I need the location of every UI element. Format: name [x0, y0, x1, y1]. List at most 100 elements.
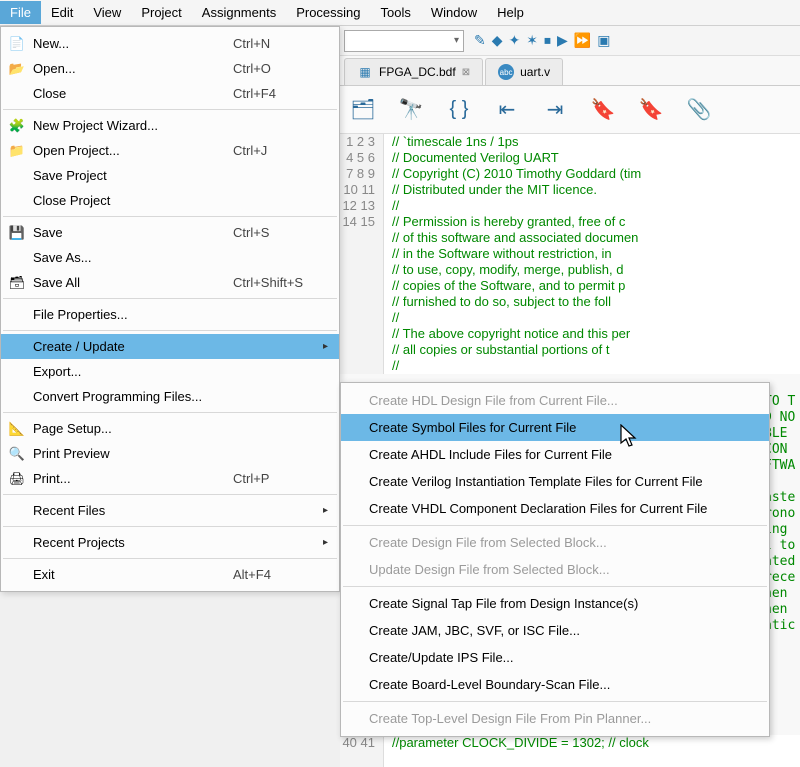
menu-window[interactable]: Window	[421, 1, 487, 24]
menu-item-open[interactable]: 📂Open...Ctrl+O	[1, 56, 339, 81]
menu-item-save-as[interactable]: Save As...	[1, 245, 339, 270]
menu-icon: 🔍	[5, 445, 29, 463]
menu-shortcut: Ctrl+Shift+S	[233, 275, 323, 290]
indent-right-icon[interactable]: ⇥	[540, 95, 570, 125]
bookmark-prev-icon[interactable]: 🔖	[588, 95, 618, 125]
tab-label: uart.v	[520, 65, 550, 79]
chevron-right-icon: ▸	[323, 341, 339, 352]
menu-label: Page Setup...	[29, 421, 233, 436]
menu-processing[interactable]: Processing	[286, 1, 370, 24]
menu-help[interactable]: Help	[487, 1, 534, 24]
menu-label: Close	[29, 86, 233, 101]
menu-icon: 📄	[5, 35, 29, 53]
stop-icon[interactable]: ⏹	[544, 32, 551, 49]
menu-item-close[interactable]: CloseCtrl+F4	[1, 81, 339, 106]
line-gutter-bottom: 40 41	[340, 735, 384, 767]
submenu-item-create-symbol-files-for-current-file[interactable]: Create Symbol Files for Current File	[341, 414, 769, 441]
fast-icon[interactable]: ⏩	[574, 32, 591, 49]
menu-icon	[5, 502, 29, 520]
menu-shortcut: Ctrl+O	[233, 61, 323, 76]
menu-item-new-project-wizard[interactable]: 🧩New Project Wizard...	[1, 113, 339, 138]
submenu-item-create-signal-tap-file-from-design-instance-s[interactable]: Create Signal Tap File from Design Insta…	[341, 590, 769, 617]
menu-label: Export...	[29, 364, 233, 379]
menu-icon	[5, 306, 29, 324]
chip-icon[interactable]: ▣	[597, 32, 610, 49]
bookmark-next-icon[interactable]: 🔖	[636, 95, 666, 125]
menu-item-close-project[interactable]: Close Project	[1, 188, 339, 213]
tab-label: FPGA_DC.bdf	[379, 65, 456, 79]
nav-icon[interactable]: 🗂	[348, 95, 378, 125]
menu-item-recent-projects[interactable]: Recent Projects▸	[1, 530, 339, 555]
wand-icon[interactable]: ✎	[474, 32, 486, 49]
submenu-item-create-board-level-boundary-scan-file[interactable]: Create Board-Level Boundary-Scan File...	[341, 671, 769, 698]
menu-assignments[interactable]: Assignments	[192, 1, 286, 24]
code-editor-bottom: 40 41 //parameter CLOCK_DIVIDE = 1302; /…	[340, 735, 800, 767]
submenu-item-create-top-level-design-file-from-pin-planner: Create Top-Level Design File From Pin Pl…	[341, 705, 769, 732]
menu-item-exit[interactable]: ExitAlt+F4	[1, 562, 339, 587]
menu-label: Open Project...	[29, 143, 233, 158]
menu-item-recent-files[interactable]: Recent Files ▸	[1, 498, 339, 523]
menu-file[interactable]: File	[0, 1, 41, 24]
braces-icon[interactable]: { }	[444, 95, 474, 125]
submenu-item-create-ahdl-include-files-for-current-file[interactable]: Create AHDL Include Files for Current Fi…	[341, 441, 769, 468]
file-menu-dropdown: 📄New...Ctrl+N📂Open...Ctrl+OCloseCtrl+F4🧩…	[0, 26, 340, 592]
menu-tools[interactable]: Tools	[371, 1, 421, 24]
play-icon[interactable]: ▶	[557, 32, 568, 49]
menu-label: Convert Programming Files...	[29, 389, 233, 404]
binoculars-icon[interactable]: 🔭	[396, 95, 426, 125]
menu-view[interactable]: View	[83, 1, 131, 24]
main-toolbar: ▾ ✎ ◆ ✦ ✶ ⏹ ▶ ⏩ ▣	[340, 26, 800, 56]
menu-item-export[interactable]: Export...	[1, 359, 339, 384]
menu-label: Recent Files	[29, 503, 233, 518]
menu-icon: 🖨	[5, 470, 29, 488]
menu-icon	[5, 566, 29, 584]
menu-icon: 🧩	[5, 117, 29, 135]
sparkle-icon[interactable]: ✶	[526, 32, 538, 49]
menu-item-print[interactable]: 🖨Print...Ctrl+P	[1, 466, 339, 491]
menu-label: Save All	[29, 275, 233, 290]
menu-item-page-setup[interactable]: 📐Page Setup...	[1, 416, 339, 441]
menu-item-file-properties[interactable]: File Properties...	[1, 302, 339, 327]
menu-label: Create / Update	[29, 339, 233, 354]
chevron-right-icon: ▸	[323, 505, 339, 516]
menu-label: Save As...	[29, 250, 233, 265]
menu-label: Print...	[29, 471, 233, 486]
menu-item-open-project[interactable]: 📁Open Project...Ctrl+J	[1, 138, 339, 163]
menu-icon	[5, 167, 29, 185]
menu-item-save[interactable]: 💾SaveCtrl+S	[1, 220, 339, 245]
gear-icon[interactable]: ✦	[509, 32, 521, 49]
chevron-right-icon: ▸	[323, 537, 339, 548]
indent-left-icon[interactable]: ⇤	[492, 95, 522, 125]
menu-shortcut: Ctrl+N	[233, 36, 323, 51]
menu-label: New...	[29, 36, 233, 51]
schematic-icon: ▦	[357, 64, 373, 80]
menu-edit[interactable]: Edit	[41, 1, 83, 24]
menu-item-save-project[interactable]: Save Project	[1, 163, 339, 188]
close-icon[interactable]: ⊠	[462, 67, 470, 78]
tab-uart-v[interactable]: abc uart.v	[485, 58, 563, 85]
menu-item-save-all[interactable]: 🗃Save AllCtrl+Shift+S	[1, 270, 339, 295]
diamond-icon[interactable]: ◆	[492, 32, 503, 49]
tab-fpga-bdf[interactable]: ▦ FPGA_DC.bdf ⊠	[344, 58, 483, 85]
menu-item-create-update[interactable]: Create / Update ▸	[1, 334, 339, 359]
menu-shortcut: Ctrl+P	[233, 471, 323, 486]
submenu-item-create-jam-jbc-svf-or-isc-file[interactable]: Create JAM, JBC, SVF, or ISC File...	[341, 617, 769, 644]
code-body[interactable]: // `timescale 1ns / 1ps // Documented Ve…	[384, 134, 800, 374]
menu-project[interactable]: Project	[131, 1, 191, 24]
menu-item-print-preview[interactable]: 🔍Print Preview	[1, 441, 339, 466]
submenu-item-create-verilog-instantiation-template-files-for-current-file[interactable]: Create Verilog Instantiation Template Fi…	[341, 468, 769, 495]
code-editor[interactable]: 1 2 3 4 5 6 7 8 9 10 11 12 13 14 15 // `…	[340, 134, 800, 374]
attachment-icon[interactable]: 📎	[684, 95, 714, 125]
submenu-item-create-vhdl-component-declaration-files-for-current-file[interactable]: Create VHDL Component Declaration Files …	[341, 495, 769, 522]
menu-label: Save Project	[29, 168, 233, 183]
menu-item-convert-programming-files[interactable]: Convert Programming Files...	[1, 384, 339, 409]
menu-item-new[interactable]: 📄New...Ctrl+N	[1, 31, 339, 56]
submenu-item-update-design-file-from-selected-block: Update Design File from Selected Block..…	[341, 556, 769, 583]
menu-icon	[5, 338, 29, 356]
create-update-submenu: Create HDL Design File from Current File…	[340, 382, 770, 737]
submenu-item-create-update-ips-file[interactable]: Create/Update IPS File...	[341, 644, 769, 671]
code-body-bottom: //parameter CLOCK_DIVIDE = 1302; // cloc…	[384, 735, 800, 767]
device-combo[interactable]: ▾	[344, 30, 464, 52]
menubar: File Edit View Project Assignments Proce…	[0, 0, 800, 26]
editor-toolbar: 🗂 🔭 { } ⇤ ⇥ 🔖 🔖 📎	[340, 86, 800, 134]
